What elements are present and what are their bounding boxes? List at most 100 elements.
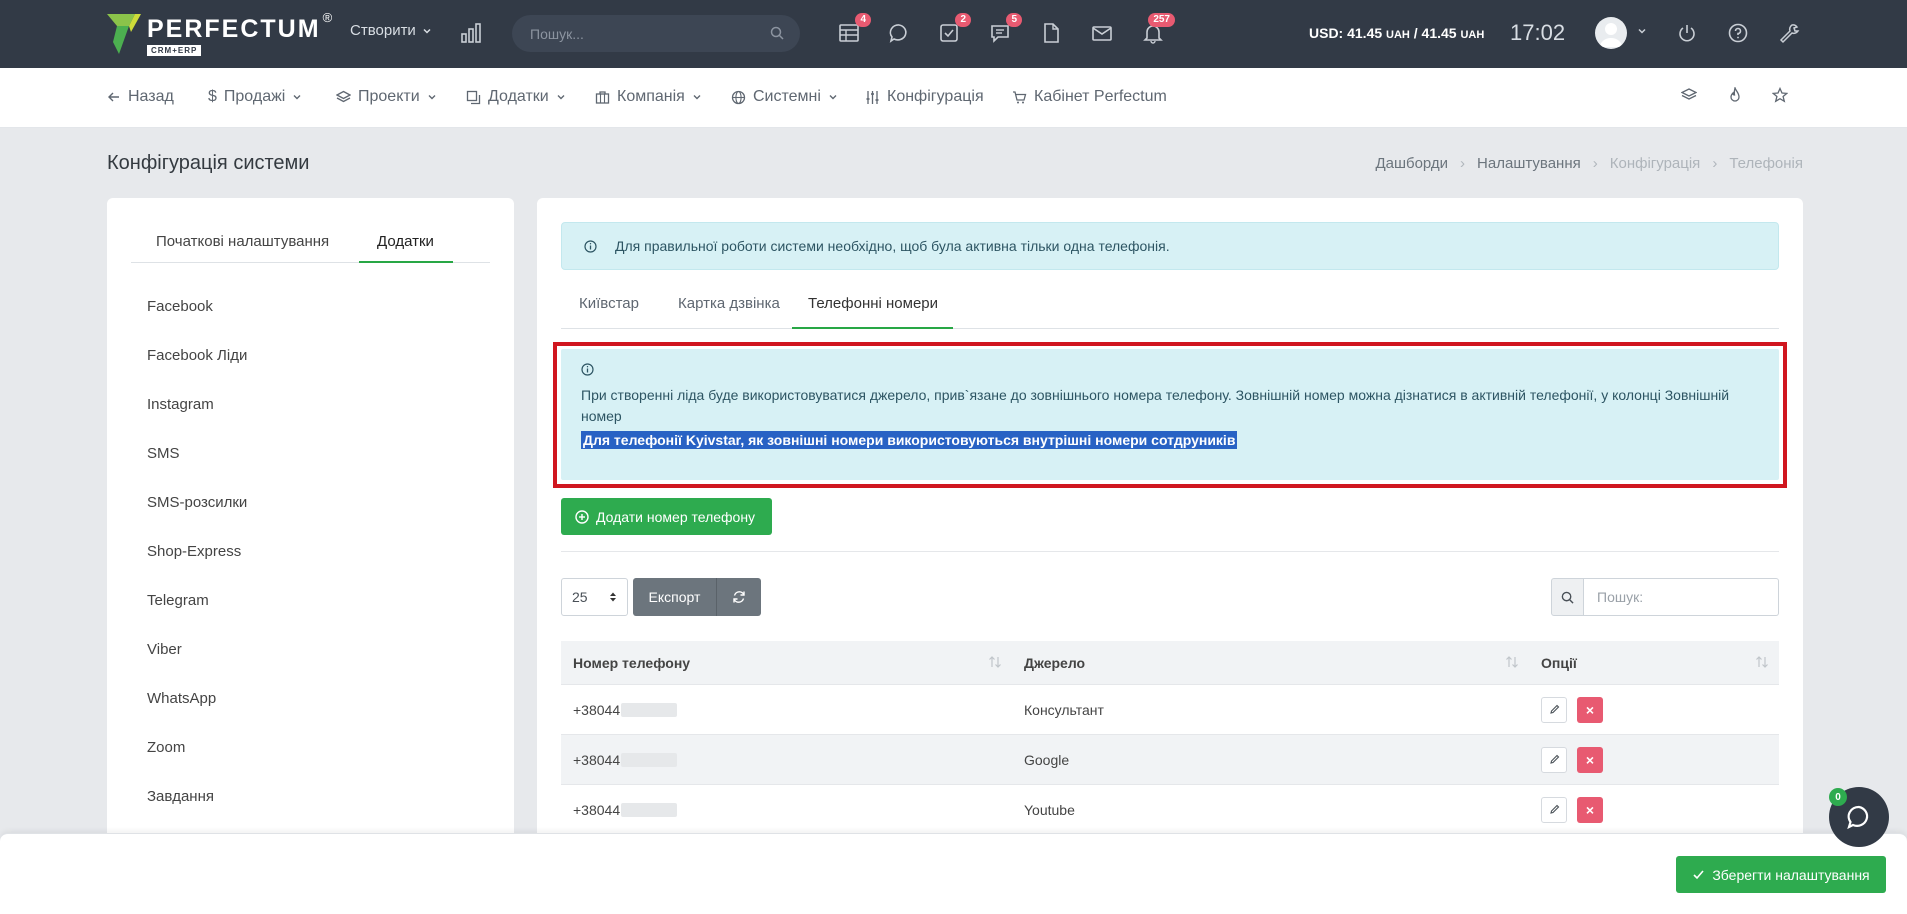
- flame-icon[interactable]: [1727, 87, 1743, 103]
- per-page-select[interactable]: 25: [561, 578, 628, 616]
- tab-kyivstar[interactable]: Київстар: [579, 295, 639, 312]
- sidebar-item-facebook[interactable]: Facebook: [147, 282, 247, 331]
- tab-initial-settings[interactable]: Початкові налаштування: [156, 233, 329, 250]
- help-icon[interactable]: [1725, 20, 1751, 46]
- user-menu-chevron-icon[interactable]: [1637, 26, 1647, 36]
- phone-cell: +38044: [561, 785, 1012, 834]
- chat-bubble-icon: [1847, 805, 1869, 830]
- add-phone-button[interactable]: Додати номер телефону: [561, 498, 772, 535]
- mail-icon[interactable]: [1089, 20, 1115, 46]
- options-cell: ×: [1529, 685, 1779, 734]
- source-cell: Консультант: [1024, 701, 1104, 718]
- table-search-button[interactable]: [1551, 578, 1584, 616]
- menu-cabinet[interactable]: Кабінет Perfectum: [1012, 88, 1167, 106]
- sort-icon: [1756, 656, 1768, 668]
- bar-chart-icon[interactable]: [460, 22, 482, 44]
- sidebar-item-sms[interactable]: SMS: [147, 429, 247, 478]
- logo[interactable]: PERFECTUM CRM+ERP ®: [107, 10, 332, 57]
- global-search[interactable]: [512, 15, 800, 52]
- sidebar-item-tasks[interactable]: Завдання: [147, 772, 247, 821]
- breadcrumb-separator: ›: [1460, 155, 1466, 172]
- save-settings-button[interactable]: Зберегти налаштування: [1676, 856, 1886, 893]
- messages-icon[interactable]: 5: [987, 13, 1022, 46]
- column-header-options[interactable]: Опції: [1529, 641, 1779, 684]
- table-search-input[interactable]: [1584, 578, 1779, 616]
- sidebar-item-whatsapp[interactable]: WhatsApp: [147, 674, 247, 723]
- chevron-down-icon: [693, 95, 701, 100]
- chat-widget-badge: 0: [1829, 788, 1847, 806]
- sort-icon: [989, 656, 1001, 668]
- column-header-options-label: Опції: [1541, 654, 1577, 671]
- breadcrumb-dashboards[interactable]: Дашборди: [1375, 155, 1448, 172]
- tasks-icon[interactable]: 2: [936, 13, 971, 46]
- bell-icon[interactable]: 257: [1140, 13, 1175, 46]
- tab-phone-numbers[interactable]: Телефонні номери: [808, 295, 938, 312]
- select-arrows-icon: [610, 592, 616, 602]
- tab-call-card[interactable]: Картка дзвінка: [678, 295, 780, 312]
- sidebar-item-instagram[interactable]: Instagram: [147, 380, 247, 429]
- logo-wordmark: PERFECTUM: [147, 15, 321, 43]
- add-phone-label: Додати номер телефону: [596, 508, 756, 525]
- menu-company[interactable]: Компанія: [595, 88, 702, 106]
- menu-config[interactable]: Конфігурація: [865, 88, 984, 106]
- menu-company-label: Компанія: [617, 88, 685, 105]
- edit-button[interactable]: [1541, 696, 1567, 723]
- column-header-source[interactable]: Джерело: [1012, 641, 1529, 684]
- column-header-phone[interactable]: Номер телефону: [561, 641, 1012, 684]
- close-icon: ×: [1585, 751, 1595, 768]
- sidebar-item-zoom[interactable]: Zoom: [147, 723, 247, 772]
- info-alert-text: Для правильної роботи системи необхідно,…: [615, 238, 1170, 254]
- edit-button[interactable]: [1541, 796, 1567, 823]
- power-icon[interactable]: [1674, 20, 1700, 46]
- phone-number: +38044: [573, 701, 621, 718]
- messages-badge: 5: [1006, 13, 1022, 27]
- pencil-icon: [1549, 704, 1559, 714]
- sidebar-item-sms-mailing[interactable]: SMS-розсилки: [147, 478, 247, 527]
- dollar-icon: $: [208, 88, 217, 105]
- document-icon[interactable]: [1038, 20, 1064, 46]
- delete-button[interactable]: ×: [1577, 696, 1603, 723]
- logo-mark-icon: [107, 12, 141, 56]
- refresh-button[interactable]: [717, 578, 761, 616]
- sidebar-item-viber[interactable]: Viber: [147, 625, 247, 674]
- close-icon: ×: [1585, 801, 1595, 818]
- tab-addons[interactable]: Додатки: [377, 233, 434, 250]
- chevron-down-icon: [293, 95, 301, 100]
- menu-addons[interactable]: Додатки: [466, 88, 566, 106]
- sidebar-item-telegram[interactable]: Telegram: [147, 576, 247, 625]
- delete-button[interactable]: ×: [1577, 796, 1603, 823]
- menu-sales[interactable]: $ Продажі: [208, 88, 302, 106]
- create-dropdown[interactable]: Створити: [350, 22, 432, 39]
- sidebar-item-facebook-leads[interactable]: Facebook Ліди: [147, 331, 247, 380]
- export-button[interactable]: Експорт: [633, 578, 717, 616]
- breadcrumb-configuration[interactable]: Конфігурація: [1610, 155, 1701, 172]
- sliders-icon: [866, 90, 879, 104]
- active-tab-indicator: [792, 327, 953, 329]
- avatar[interactable]: [1595, 17, 1627, 49]
- breadcrumb-separator: ›: [1592, 155, 1598, 172]
- phone-numbers-table: Номер телефону Джерело Опції +38044 Конс…: [561, 641, 1779, 834]
- delete-button[interactable]: ×: [1577, 746, 1603, 773]
- menu-sales-label: Продажі: [223, 88, 286, 105]
- calendar-icon[interactable]: 4: [836, 13, 871, 46]
- star-icon[interactable]: [1772, 87, 1788, 103]
- menu-projects[interactable]: Проекти: [336, 88, 437, 106]
- close-icon: ×: [1585, 701, 1595, 718]
- source-cell: Youtube: [1024, 801, 1075, 818]
- global-search-input[interactable]: [530, 25, 760, 42]
- wrench-icon[interactable]: [1776, 20, 1802, 46]
- copy-icon: [466, 90, 481, 104]
- breadcrumb-settings[interactable]: Налаштування: [1477, 155, 1581, 172]
- layers-icon[interactable]: [1681, 87, 1697, 103]
- options-cell: ×: [1529, 785, 1779, 834]
- refresh-icon: [733, 591, 745, 603]
- telephony-tabs: Київстар Картка дзвінка Телефонні номери: [561, 291, 1779, 329]
- menu-config-label: Конфігурація: [887, 88, 984, 105]
- edit-button[interactable]: [1541, 746, 1567, 773]
- phone-info-alert: При створенні ліда буде використовуватис…: [561, 349, 1779, 480]
- menu-cabinet-label: Кабінет Perfectum: [1034, 88, 1167, 105]
- sidebar-item-shop-express[interactable]: Shop-Express: [147, 527, 247, 576]
- chat-bubble-icon[interactable]: [886, 20, 912, 46]
- menu-back[interactable]: Назад: [107, 88, 174, 106]
- menu-system[interactable]: Системні: [731, 88, 838, 106]
